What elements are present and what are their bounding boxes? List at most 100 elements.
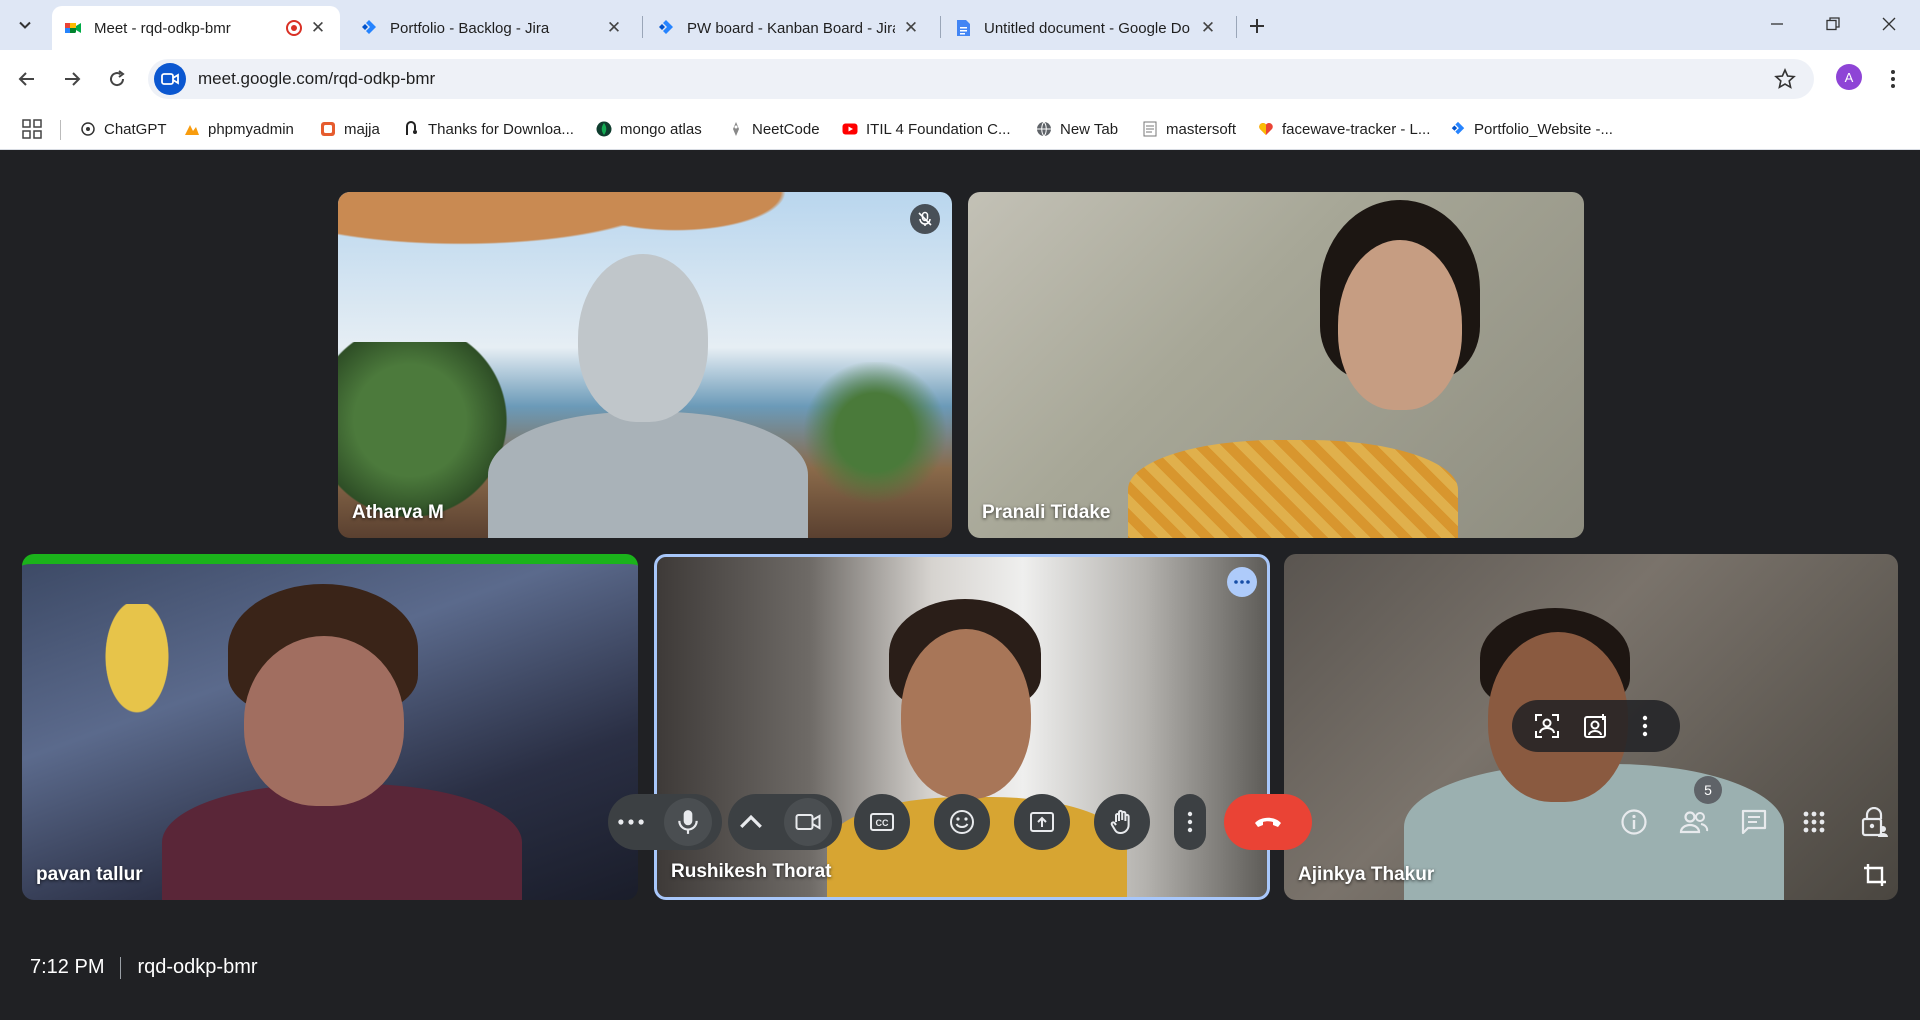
reload-button[interactable] xyxy=(102,64,132,94)
address-bar[interactable]: meet.google.com/rqd-odkp-bmr xyxy=(148,59,1814,99)
tab-meet[interactable]: Meet - rqd-odkp-bmr ✕ xyxy=(52,6,340,50)
participant-tile[interactable]: Pranali Tidake xyxy=(968,192,1584,538)
bookmark-thanks-for-download[interactable]: Thanks for Downloa... xyxy=(404,116,574,142)
bookmark-portfolio-website[interactable]: Portfolio_Website -... xyxy=(1450,116,1613,142)
mic-off-icon xyxy=(918,211,932,226)
people-button[interactable] xyxy=(1674,802,1714,842)
captions-button[interactable]: CC xyxy=(854,794,910,850)
bookmark-mongo-atlas[interactable]: mongo atlas xyxy=(596,116,702,142)
participant-options-button[interactable] xyxy=(1227,567,1257,597)
participant-tile[interactable]: Atharva M xyxy=(338,192,952,538)
bookmark-mastersoft[interactable]: mastersoft xyxy=(1142,116,1236,142)
bookmark-chatgpt[interactable]: ChatGPT xyxy=(80,116,167,142)
close-tab-icon[interactable]: ✕ xyxy=(1198,18,1218,38)
raise-hand-button[interactable] xyxy=(1094,794,1150,850)
participant-name: Atharva M xyxy=(352,502,444,523)
muted-indicator xyxy=(910,204,940,234)
more-horiz-icon xyxy=(618,819,644,825)
arrow-right-icon xyxy=(65,72,81,86)
document-icon xyxy=(1143,121,1157,137)
people-count-badge: 5 xyxy=(1694,776,1722,804)
participant-body xyxy=(488,412,808,538)
frame-person-button[interactable] xyxy=(1530,709,1564,743)
chatgpt-icon xyxy=(81,122,95,136)
pin-person-button[interactable] xyxy=(1579,709,1613,743)
leave-call-button[interactable] xyxy=(1224,794,1312,850)
tile-more-options-button[interactable] xyxy=(1628,709,1662,743)
participant-name: pavan tallur xyxy=(36,864,143,885)
bookmark-facewave-tracker[interactable]: facewave-tracker - L... xyxy=(1258,116,1430,142)
close-tab-icon[interactable]: ✕ xyxy=(308,18,328,38)
reactions-button[interactable] xyxy=(934,794,990,850)
new-tab-button[interactable] xyxy=(1243,12,1271,40)
video-camera-icon xyxy=(795,814,821,830)
close-window-button[interactable] xyxy=(1866,8,1912,40)
camera-button[interactable] xyxy=(784,798,832,846)
tile-hover-controls xyxy=(1512,700,1680,752)
back-button[interactable] xyxy=(12,64,42,94)
chevron-up-icon xyxy=(740,814,762,829)
meeting-code: rqd-odkp-bmr xyxy=(137,956,258,978)
chat-button[interactable] xyxy=(1734,802,1774,842)
bookmark-phpmyadmin[interactable]: phpmyadmin xyxy=(184,116,294,142)
close-tab-icon[interactable]: ✕ xyxy=(604,18,624,38)
bookmarks-bar: ChatGPT phpmyadmin majja Thanks for Down… xyxy=(0,108,1920,150)
microphone-icon xyxy=(678,810,698,834)
hand-icon xyxy=(1110,809,1130,834)
bookmark-new-tab[interactable]: New Tab xyxy=(1036,116,1118,142)
site-info-button[interactable] xyxy=(154,63,186,95)
bookmark-itil[interactable]: ITIL 4 Foundation C... xyxy=(842,116,1011,142)
bookmark-star-icon[interactable] xyxy=(1774,68,1796,90)
more-options-button[interactable] xyxy=(1174,794,1206,850)
tab-portfolio-backlog[interactable]: Portfolio - Backlog - Jira ✕ xyxy=(348,6,636,50)
apps-grid-icon[interactable] xyxy=(22,119,42,139)
bookmark-icon xyxy=(321,122,335,136)
activities-button[interactable] xyxy=(1794,802,1834,842)
audio-settings-button[interactable] xyxy=(618,809,644,835)
tab-separator xyxy=(940,16,941,38)
meeting-details-button[interactable] xyxy=(1614,802,1654,842)
present-screen-button[interactable] xyxy=(1014,794,1070,850)
meet-stage: Atharva M Pranali Tidake pavan tallur Ru… xyxy=(0,150,1920,1020)
microphone-button[interactable] xyxy=(664,798,712,846)
palm-tree xyxy=(798,362,952,538)
emoji-icon xyxy=(950,810,974,834)
call-end-icon xyxy=(1255,817,1281,827)
url-text: meet.google.com/rqd-odkp-bmr xyxy=(198,69,436,88)
tab-pw-board[interactable]: PW board - Kanban Board - Jira ✕ xyxy=(645,6,933,50)
participant-tile[interactable]: Ajinkya Thakur xyxy=(1284,554,1898,900)
close-tab-icon[interactable]: ✕ xyxy=(901,18,921,38)
arrow-left-icon xyxy=(18,72,34,86)
host-controls-button[interactable] xyxy=(1854,802,1894,842)
svg-text:CC: CC xyxy=(876,818,889,828)
google-docs-icon xyxy=(957,20,970,36)
participant-tile[interactable]: pavan tallur xyxy=(22,554,638,900)
tab-strip: Meet - rqd-odkp-bmr ✕ Portfolio - Backlo… xyxy=(0,0,1920,50)
restore-button[interactable] xyxy=(1810,8,1856,40)
bookmark-majja[interactable]: majja xyxy=(320,116,380,142)
tab-search-button[interactable] xyxy=(10,10,40,40)
profile-avatar[interactable]: A xyxy=(1836,64,1862,90)
minimize-button[interactable] xyxy=(1754,8,1800,40)
bookmark-icon xyxy=(406,121,417,135)
tab-separator xyxy=(642,16,643,38)
plus-icon xyxy=(1250,19,1264,33)
jira-icon xyxy=(1451,121,1465,135)
tab-title: Meet - rqd-odkp-bmr xyxy=(94,19,231,37)
forward-button[interactable] xyxy=(57,64,87,94)
bookmark-neetcode[interactable]: NeetCode xyxy=(728,116,820,142)
closed-captions-icon: CC xyxy=(870,813,894,831)
tab-google-docs[interactable]: Untitled document - Google Do ✕ xyxy=(942,6,1230,50)
video-camera-icon xyxy=(161,73,179,85)
participant-body xyxy=(1128,440,1458,538)
meeting-time: 7:12 PM xyxy=(30,956,105,978)
video-settings-button[interactable] xyxy=(738,809,764,835)
minimize-icon xyxy=(1771,23,1783,25)
browser-menu-button[interactable] xyxy=(1880,64,1906,94)
info-icon xyxy=(1621,809,1647,835)
browser-toolbar: meet.google.com/rqd-odkp-bmr A xyxy=(0,50,1920,108)
crop-icon[interactable] xyxy=(1862,862,1888,888)
participant-name: Pranali Tidake xyxy=(982,502,1111,523)
reload-icon xyxy=(110,70,125,87)
participant-name: Ajinkya Thakur xyxy=(1298,864,1435,885)
